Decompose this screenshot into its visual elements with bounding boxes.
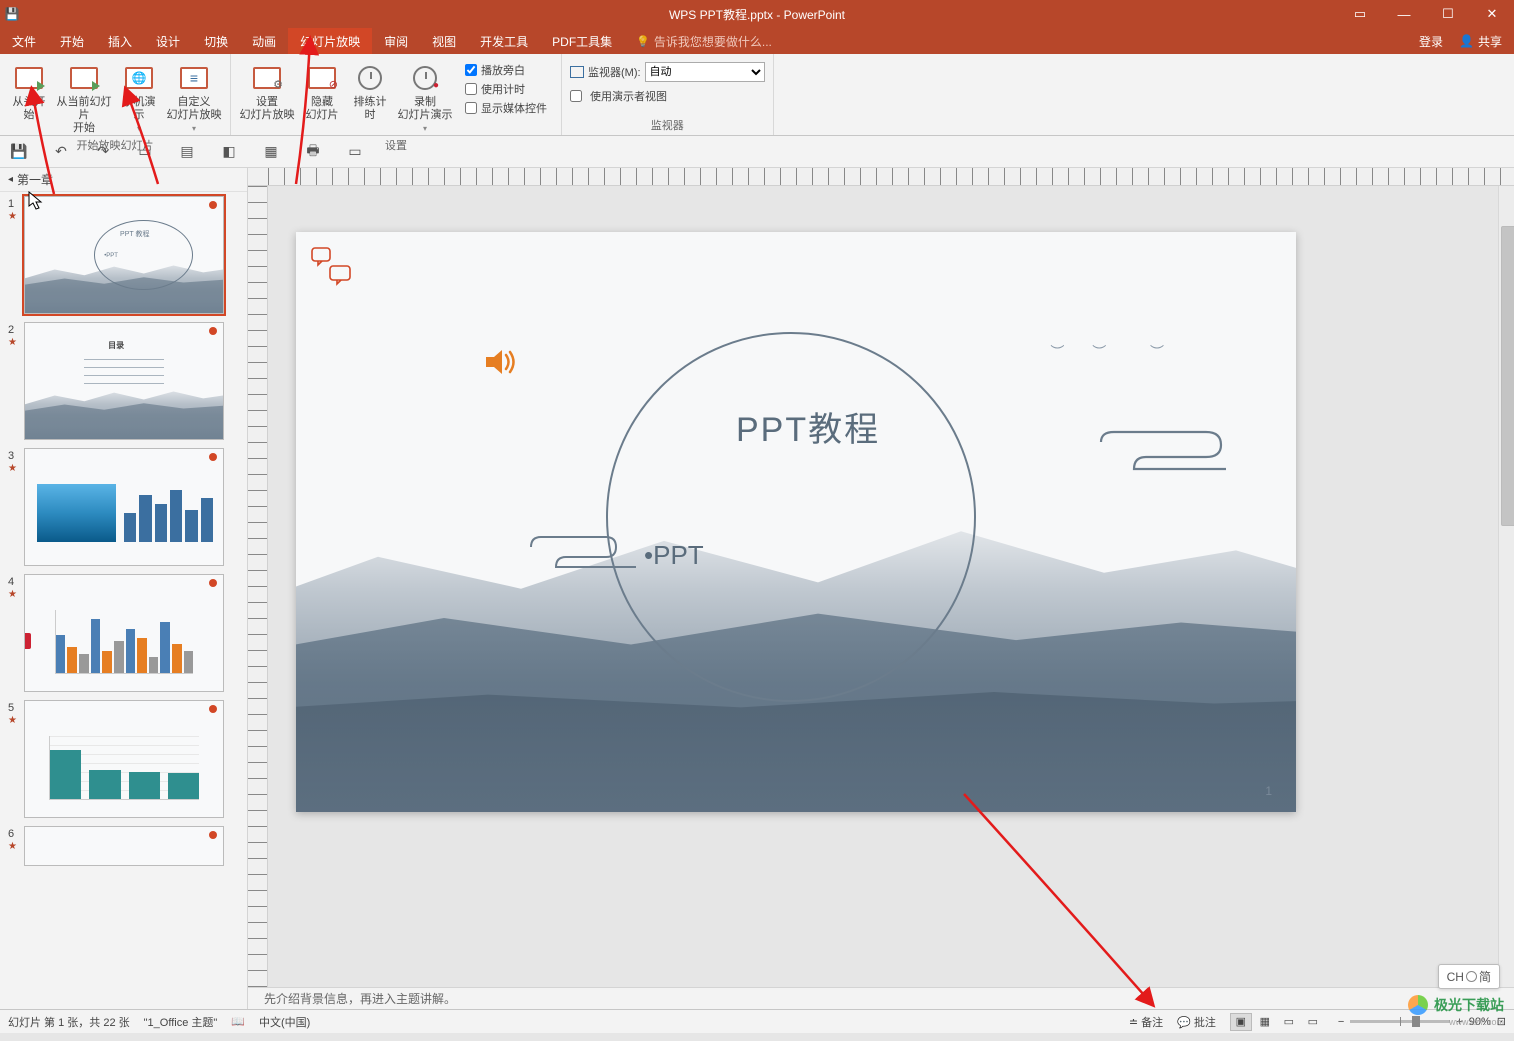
decorative-circle	[606, 332, 976, 702]
tab-view[interactable]: 视图	[420, 28, 468, 54]
zoom-slider[interactable]	[1350, 1020, 1450, 1023]
reading-view-button[interactable]: ▭	[1278, 1013, 1300, 1031]
thumbnail-item[interactable]: 4★	[8, 574, 239, 692]
playback-checkboxes: 播放旁白 使用计时 显示媒体控件	[459, 58, 553, 135]
spellcheck-icon[interactable]: 📖	[231, 1015, 245, 1028]
share-button[interactable]: 👤 共享	[1459, 33, 1502, 50]
language-status[interactable]: 中文(中国)	[259, 1014, 310, 1030]
quick-access-toolbar: 💾 ↶ ↷ ▭ ▤ ◧ ▦ 🖶 ▭	[0, 136, 1514, 168]
thumbnail-list[interactable]: 1★ PPT 教程 •PPT 2★ 目录 3★	[0, 192, 247, 1009]
watermark: 极光下载站 www.xz7.com	[1408, 995, 1504, 1015]
window-controls: ▭ — ☐ ✕	[1338, 0, 1514, 28]
thumbnail-item[interactable]: 3★	[8, 448, 239, 566]
notes-toggle[interactable]: ≐ 备注	[1129, 1014, 1163, 1030]
thumbnail-item[interactable]: 5★	[8, 700, 239, 818]
slide-thumb-6[interactable]	[24, 826, 224, 866]
comments-toggle[interactable]: 💬 批注	[1177, 1014, 1216, 1030]
custom-slideshow-button[interactable]: 自定义 幻灯片放映 ▾	[166, 58, 222, 135]
maximize-button[interactable]: ☐	[1426, 0, 1470, 28]
ribbon-options-icon[interactable]: ▭	[1338, 0, 1382, 28]
thumbnail-item[interactable]: 2★ 目录	[8, 322, 239, 440]
tab-transition[interactable]: 切换	[192, 28, 240, 54]
vertical-scrollbar[interactable]	[1498, 186, 1514, 987]
animation-indicator-icon	[24, 633, 31, 649]
canvas[interactable]: PPT教程 •PPT 1 ︶ ︶ ︶	[268, 186, 1514, 987]
tab-file[interactable]: 文件	[0, 28, 48, 54]
decorative-cloud	[1096, 427, 1236, 477]
tab-dev[interactable]: 开发工具	[468, 28, 540, 54]
slide[interactable]: PPT教程 •PPT 1 ︶ ︶ ︶	[296, 232, 1296, 812]
slide-thumb-3[interactable]	[24, 448, 224, 566]
window-title: WPS PPT教程.pptx - PowerPoint	[669, 6, 845, 23]
from-beginning-button[interactable]: 从头开始	[8, 58, 50, 135]
tab-slideshow[interactable]: 幻灯片放映	[288, 28, 372, 54]
comment-indicator-icon[interactable]	[310, 246, 354, 290]
monitor-select[interactable]: 自动	[645, 62, 765, 82]
tab-insert[interactable]: 插入	[96, 28, 144, 54]
titlebar: 💾 WPS PPT教程.pptx - PowerPoint ▭ — ☐ ✕	[0, 0, 1514, 28]
tab-home[interactable]: 开始	[48, 28, 96, 54]
show-media-controls-checkbox[interactable]: 显示媒体控件	[465, 100, 547, 116]
audio-icon[interactable]	[484, 347, 518, 385]
page-number: 1	[1265, 784, 1272, 798]
view-buttons: ▣ ▦ ▭ ▭	[1230, 1013, 1324, 1031]
tab-pdf[interactable]: PDF工具集	[540, 28, 624, 54]
theme-name: "1_Office 主题"	[144, 1014, 218, 1030]
vertical-ruler	[248, 186, 268, 987]
ribbon-group-start-slideshow: 从头开始 从当前幻灯片 开始 联机演示 ▾ 自定义 幻灯片放映 ▾ 开始放映幻灯…	[0, 54, 231, 135]
slide-title[interactable]: PPT教程	[736, 402, 880, 451]
decorative-cloud	[526, 532, 646, 572]
slide-thumb-4[interactable]	[24, 574, 224, 692]
slide-editor: PPT教程 •PPT 1 ︶ ︶ ︶	[248, 168, 1514, 1009]
ribbon: 从头开始 从当前幻灯片 开始 联机演示 ▾ 自定义 幻灯片放映 ▾ 开始放映幻灯…	[0, 54, 1514, 136]
sorter-view-button[interactable]: ▦	[1254, 1013, 1276, 1031]
monitor-icon	[570, 66, 584, 78]
setup-slideshow-button[interactable]: 设置 幻灯片放映	[239, 58, 295, 135]
thumbnail-item[interactable]: 1★ PPT 教程 •PPT	[8, 196, 239, 314]
hide-slide-button[interactable]: 隐藏 幻灯片	[301, 58, 343, 135]
thumbnail-item[interactable]: 6★	[8, 826, 239, 866]
section-header[interactable]: 第一章	[0, 168, 247, 192]
normal-view-button[interactable]: ▣	[1230, 1013, 1252, 1031]
workarea: 第一章 1★ PPT 教程 •PPT 2★ 目录	[0, 168, 1514, 1009]
zoom-out-button[interactable]: −	[1338, 1016, 1344, 1028]
ribbon-group-setup: 设置 幻灯片放映 隐藏 幻灯片 排练计时 录制 幻灯片演示 ▾ 播放旁白 使用计…	[231, 54, 562, 135]
close-button[interactable]: ✕	[1470, 0, 1514, 28]
slide-thumb-2[interactable]: 目录	[24, 322, 224, 440]
titlebar-save-icon[interactable]: 💾	[0, 7, 24, 21]
thumbnail-panel: 第一章 1★ PPT 教程 •PPT 2★ 目录	[0, 168, 248, 1009]
watermark-logo-icon	[1408, 995, 1428, 1015]
slide-thumb-1[interactable]: PPT 教程 •PPT	[24, 196, 224, 314]
minimize-button[interactable]: —	[1382, 0, 1426, 28]
decorative-birds: ︶ ︶ ︶	[1050, 342, 1176, 362]
slide-position: 幻灯片 第 1 张，共 22 张	[8, 1014, 130, 1030]
tab-design[interactable]: 设计	[144, 28, 192, 54]
from-current-button[interactable]: 从当前幻灯片 开始	[56, 58, 112, 135]
slideshow-view-button[interactable]: ▭	[1302, 1013, 1324, 1031]
status-bar: 幻灯片 第 1 张，共 22 张 "1_Office 主题" 📖 中文(中国) …	[0, 1009, 1514, 1033]
present-online-button[interactable]: 联机演示 ▾	[118, 58, 160, 135]
record-slideshow-button[interactable]: 录制 幻灯片演示 ▾	[397, 58, 453, 135]
ribbon-group-monitor: 监视器(M): 自动 使用演示者视图 监视器	[562, 54, 774, 135]
slide-subtitle[interactable]: •PPT	[644, 540, 704, 571]
play-narration-checkbox[interactable]: 播放旁白	[465, 62, 547, 78]
qat-tool2-icon[interactable]: ◧	[220, 143, 238, 160]
presenter-view-checkbox[interactable]: 使用演示者视图	[570, 88, 667, 104]
rehearse-timings-button[interactable]: 排练计时	[349, 58, 391, 135]
tab-animation[interactable]: 动画	[240, 28, 288, 54]
use-timings-checkbox[interactable]: 使用计时	[465, 81, 547, 97]
tell-me-search[interactable]: 告诉我您想要做什么...	[636, 28, 772, 54]
login-link[interactable]: 登录	[1419, 33, 1443, 50]
slide-thumb-5[interactable]	[24, 700, 224, 818]
tab-review[interactable]: 审阅	[372, 28, 420, 54]
ribbon-tabs: 文件 开始 插入 设计 切换 动画 幻灯片放映 审阅 视图 开发工具 PDF工具…	[0, 28, 1514, 54]
horizontal-ruler	[248, 168, 1514, 186]
ime-indicator: CH简	[1438, 964, 1500, 989]
notes-pane[interactable]: 先介绍背景信息，再进入主题讲解。	[248, 987, 1514, 1009]
